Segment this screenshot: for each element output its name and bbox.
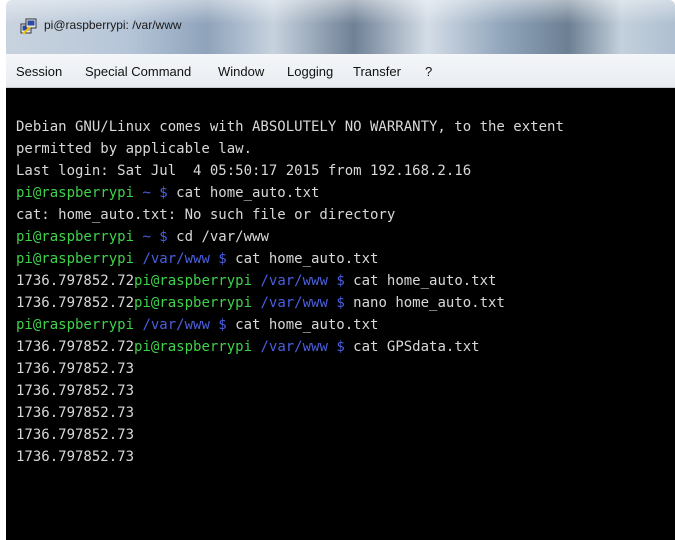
terminal-text: 1736.797852.72 — [16, 339, 135, 355]
command-text: nano home_auto.txt — [344, 295, 505, 311]
terminal-text: 1736.797852.73 — [16, 405, 135, 421]
terminal-line: Last login: Sat Jul 4 05:50:17 2015 from… — [16, 160, 471, 182]
terminal-line: cat: home_auto.txt: No such file or dire… — [16, 204, 395, 226]
terminal-line: Debian GNU/Linux comes with ABSOLUTELY N… — [16, 116, 564, 138]
menu-special-command[interactable]: Special Command — [85, 64, 191, 79]
menu-logging[interactable]: Logging — [287, 64, 333, 79]
terminal-line: 1736.797852.73 — [16, 424, 134, 446]
terminal-text: 1736.797852.73 — [16, 383, 135, 399]
terminal-text: 1736.797852.73 — [16, 427, 135, 443]
prompt-symbol: $ — [327, 339, 345, 355]
terminal-line: 1736.797852.72pi@raspberrypi /var/www $ … — [16, 270, 496, 292]
terminal-line: permitted by applicable law. — [16, 138, 252, 160]
terminal-text: 1736.797852.72 — [16, 295, 135, 311]
prompt-symbol: $ — [327, 295, 345, 311]
command-text: cat home_auto.txt — [226, 251, 379, 267]
terminal-line: pi@raspberrypi ~ $ cd /var/www — [16, 226, 269, 248]
terminal-line: 1736.797852.73 — [16, 358, 134, 380]
prompt-symbol: $ — [150, 229, 168, 245]
prompt-path: /var/www — [252, 339, 328, 355]
command-text: cat home_auto.txt — [226, 317, 379, 333]
terminal-text: 1736.797852.73 — [16, 449, 135, 465]
prompt-path: ~ — [134, 185, 151, 201]
command-text: cd /var/www — [167, 229, 269, 245]
prompt-symbol: $ — [209, 317, 227, 333]
terminal-line: 1736.797852.72pi@raspberrypi /var/www $ … — [16, 292, 505, 314]
prompt-path: /var/www — [134, 251, 210, 267]
command-text: cat home_auto.txt — [167, 185, 320, 201]
prompt-symbol: $ — [209, 251, 227, 267]
prompt-user: pi@raspberrypi — [134, 273, 253, 289]
prompt-user: pi@raspberrypi — [16, 251, 135, 267]
prompt-path: ~ — [134, 229, 151, 245]
terminal-line: pi@raspberrypi /var/www $ cat home_auto.… — [16, 248, 378, 270]
terminal-line: pi@raspberrypi /var/www $ cat home_auto.… — [16, 314, 378, 336]
putty-icon[interactable] — [20, 18, 38, 36]
terminal-line: 1736.797852.72pi@raspberrypi /var/www $ … — [16, 336, 480, 358]
menu-bar: Session Special Command Window Logging T… — [6, 54, 675, 88]
terminal-text: 1736.797852.72 — [16, 273, 135, 289]
terminal-output[interactable]: Debian GNU/Linux comes with ABSOLUTELY N… — [6, 88, 675, 540]
prompt-user: pi@raspberrypi — [134, 295, 253, 311]
title-bar[interactable]: pi@raspberrypi: /var/www — [6, 0, 675, 54]
prompt-user: pi@raspberrypi — [16, 229, 135, 245]
menu-window[interactable]: Window — [218, 64, 264, 79]
menu-help[interactable]: ? — [425, 64, 432, 79]
terminal-line: 1736.797852.73 — [16, 380, 134, 402]
terminal-text: Last login: Sat Jul 4 05:50:17 2015 from… — [16, 163, 472, 179]
prompt-user: pi@raspberrypi — [134, 339, 253, 355]
prompt-user: pi@raspberrypi — [16, 185, 135, 201]
window-title: pi@raspberrypi: /var/www — [44, 18, 182, 32]
prompt-path: /var/www — [252, 295, 328, 311]
prompt-symbol: $ — [327, 273, 345, 289]
prompt-user: pi@raspberrypi — [16, 317, 135, 333]
terminal-line: 1736.797852.73 — [16, 402, 134, 424]
menu-session[interactable]: Session — [16, 64, 62, 79]
prompt-path: /var/www — [252, 273, 328, 289]
menu-transfer[interactable]: Transfer — [353, 64, 401, 79]
terminal-text: permitted by applicable law. — [16, 141, 253, 157]
terminal-text: Debian GNU/Linux comes with ABSOLUTELY N… — [16, 119, 564, 135]
command-text: cat GPSdata.txt — [344, 339, 480, 355]
terminal-line: 1736.797852.73 — [16, 446, 134, 468]
prompt-path: /var/www — [134, 317, 210, 333]
command-text: cat home_auto.txt — [344, 273, 497, 289]
terminal-line: pi@raspberrypi ~ $ cat home_auto.txt — [16, 182, 319, 204]
terminal-text: 1736.797852.73 — [16, 361, 135, 377]
terminal-text: cat: home_auto.txt: No such file or dire… — [16, 207, 396, 223]
prompt-symbol: $ — [150, 185, 168, 201]
